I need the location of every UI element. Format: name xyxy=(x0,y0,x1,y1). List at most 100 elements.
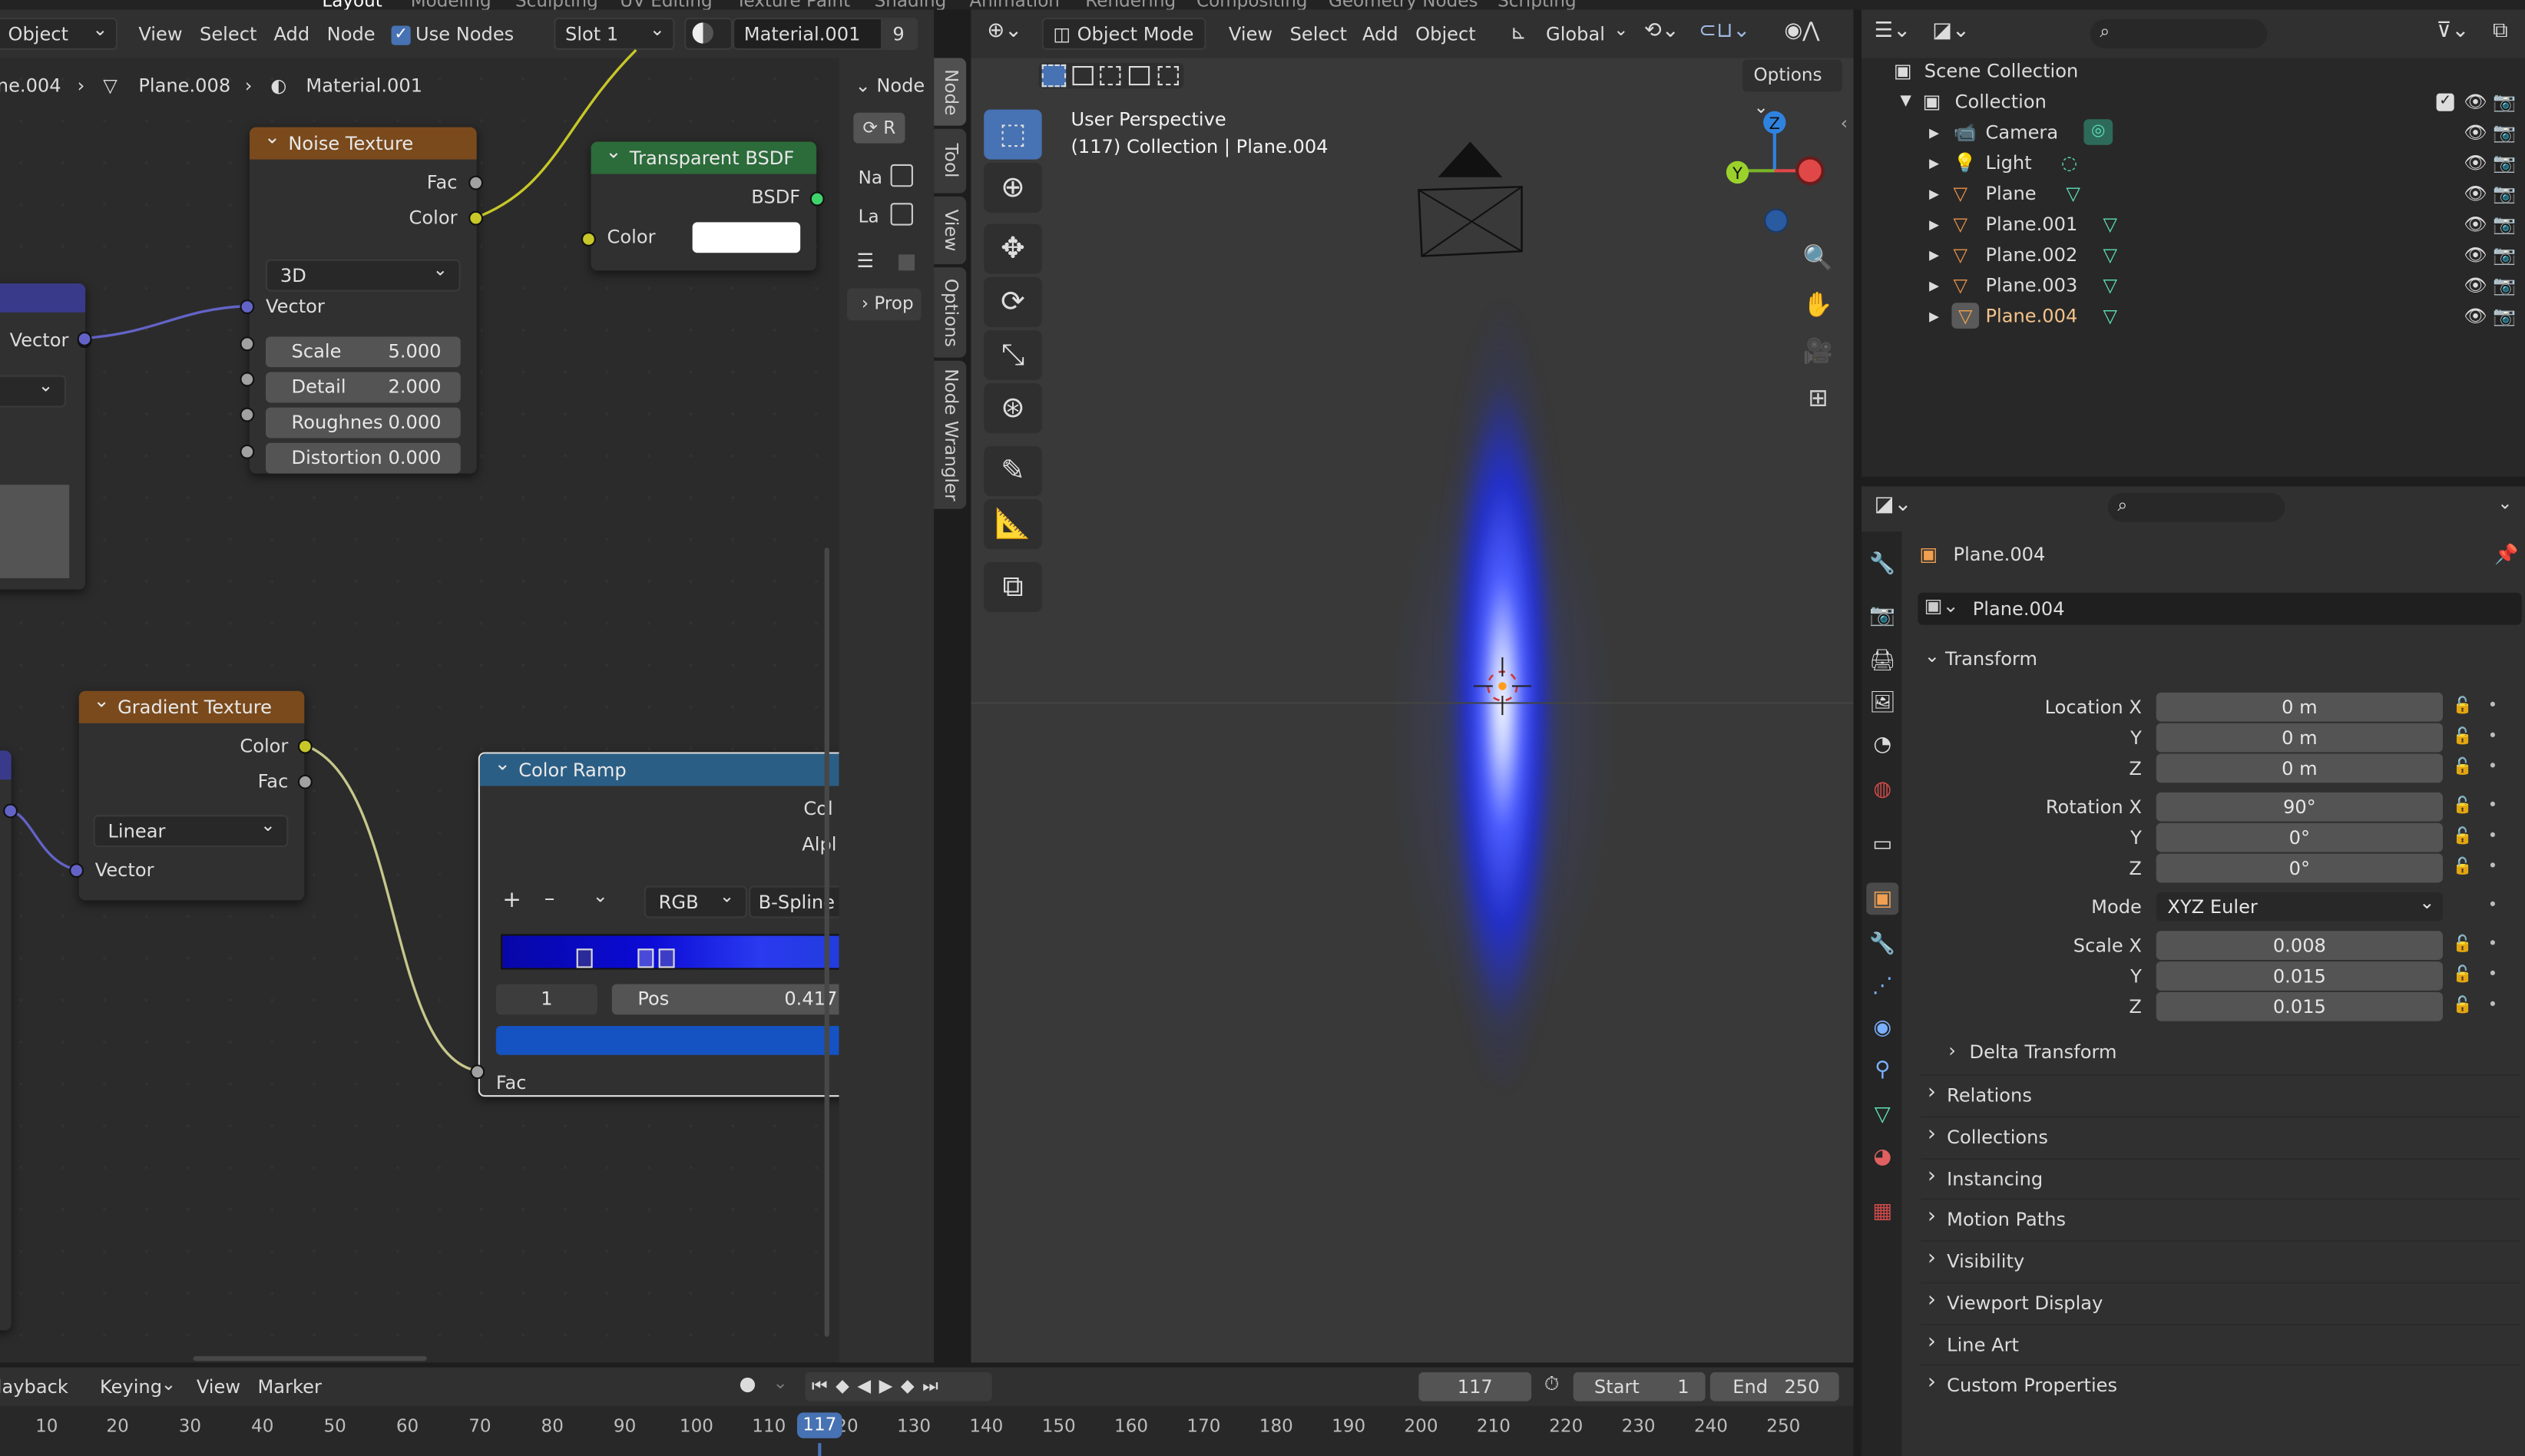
eye-icon[interactable]: 👁 xyxy=(2464,87,2487,117)
ramp-gradient-bar[interactable] xyxy=(501,934,872,970)
eye-icon[interactable]: 👁 xyxy=(2464,179,2487,210)
grid-view-icon[interactable]: ⊞ xyxy=(1795,376,1841,421)
camera-render-icon[interactable]: 📷 xyxy=(2493,270,2516,301)
location-z-field[interactable]: 0 m xyxy=(2156,753,2443,783)
properties-panel-toggle[interactable]: › Prop xyxy=(846,288,922,321)
scale-x-field[interactable]: 0.008 xyxy=(2156,931,2443,960)
bsdf-output-socket[interactable] xyxy=(809,191,825,207)
color-swatch[interactable] xyxy=(692,222,801,253)
refresh-button[interactable]: ⟳ R xyxy=(853,112,905,144)
collections-panel[interactable]: Collections xyxy=(1921,1116,2520,1155)
lock-icon[interactable]: 🔓 xyxy=(2453,936,2473,954)
camera-render-icon[interactable]: 📷 xyxy=(2493,240,2516,270)
add-cube-tool[interactable]: ⧉ xyxy=(984,561,1042,612)
scale-input-socket[interactable] xyxy=(240,336,255,352)
remove-stop-button[interactable]: – xyxy=(544,888,555,912)
motion-paths-panel[interactable]: Motion Paths xyxy=(1921,1198,2520,1237)
label-field-icon[interactable] xyxy=(890,203,913,226)
menu-select[interactable]: Select xyxy=(1290,22,1347,45)
partial-node-left[interactable]: Vector xyxy=(0,283,92,590)
dimension-dropdown[interactable]: 3D xyxy=(265,256,461,292)
fac-output-socket[interactable] xyxy=(297,774,313,789)
outliner-item-plane-001[interactable]: ▶ ▽ Plane.001 ▽ 👁 📷 xyxy=(1861,210,2525,240)
outliner[interactable]: ☰⌄ ◪⌄ ⌕ ⊽⌄ ⧉ ▣ Scene Collection ▼ ▣ Coll… xyxy=(1861,9,2525,477)
node-hscrollbar[interactable] xyxy=(193,1355,427,1362)
light-data-icon[interactable]: ◌ xyxy=(2061,148,2077,179)
add-stop-button[interactable]: + xyxy=(502,888,521,914)
distortion-input-socket[interactable] xyxy=(240,444,255,459)
properties-editor[interactable]: ◪⌄ ⌕ ⌄ 🔧 📷 🖨 🖼 ◔ ◍ ▭ ▣ 🔧 ⋰ ◉ ⚲ ▽ ◕ ▦ ▣ P… xyxy=(1861,486,2525,1456)
camera-render-icon[interactable]: 📷 xyxy=(2493,179,2516,210)
object-mode-dropdown[interactable]: ◫ Object Mode xyxy=(1041,18,1206,51)
outliner-item-camera[interactable]: ▶ 📹 Camera ◎ 👁 📷 xyxy=(1861,117,2525,148)
location-y-field[interactable]: 0 m xyxy=(2156,723,2443,753)
eye-icon[interactable]: 👁 xyxy=(2464,301,2487,332)
play-reverse-icon[interactable]: ◀ xyxy=(857,1375,879,1396)
camera-object[interactable] xyxy=(1406,138,1535,267)
expand-arrow-icon[interactable]: ▼ xyxy=(1900,87,1911,117)
color-ramp-header[interactable]: Color Ramp xyxy=(479,747,863,786)
transform-tool[interactable]: ⊛ xyxy=(984,383,1042,434)
display-mode-icon[interactable]: ◪⌄ xyxy=(1932,19,1970,43)
eye-icon[interactable]: 👁 xyxy=(2464,240,2487,270)
editor-type-icon[interactable]: ☰⌄ xyxy=(1875,19,1911,43)
chevron-down-icon[interactable]: ⌄ xyxy=(773,1372,788,1393)
lock-icon[interactable]: 🔓 xyxy=(2453,697,2473,715)
lock-icon[interactable]: 🔓 xyxy=(2453,966,2473,984)
vtab-tool[interactable]: Tool xyxy=(934,128,967,194)
expand-arrow-icon[interactable]: ▶ xyxy=(1929,301,1939,332)
cursor-tool[interactable]: ⊕ xyxy=(984,162,1042,213)
object-browse-icon[interactable]: ▣⌄ xyxy=(1924,594,1959,617)
noise-texture-node[interactable]: Noise Texture Fac Color 3D Vector Scale 5… xyxy=(250,121,477,474)
orientation-dropdown[interactable]: Global xyxy=(1546,22,1605,45)
particles-tab-icon[interactable]: ⋰ xyxy=(1866,970,1898,1002)
color-ramp-node[interactable]: Color Ramp Col Alpl + – ⌄ RGB B-Spline 1… xyxy=(478,747,878,1097)
constraints-tab-icon[interactable]: ⚲ xyxy=(1866,1054,1898,1086)
modifier-tab-icon[interactable]: 🔧 xyxy=(1866,928,1898,960)
tab-geometry-nodes[interactable]: Geometry Nodes xyxy=(1329,0,1478,10)
mesh-data-icon[interactable]: ▽ xyxy=(2103,270,2118,301)
stop-index-field[interactable]: 1 xyxy=(495,984,597,1015)
viewport-display-panel[interactable]: Viewport Display xyxy=(1921,1282,2520,1321)
name-field-icon[interactable] xyxy=(890,164,913,187)
keyframe-dot-icon[interactable]: • xyxy=(2488,728,2497,746)
lock-icon[interactable]: 🔓 xyxy=(2453,859,2473,876)
vtab-view[interactable]: View xyxy=(934,196,967,264)
expand-arrow-icon[interactable]: ▶ xyxy=(1929,148,1939,179)
keyframe-dot-icon[interactable]: • xyxy=(2488,828,2497,845)
scale-tool[interactable]: ⤡ xyxy=(984,329,1042,380)
eye-icon[interactable]: 👁 xyxy=(2464,210,2487,240)
lock-icon[interactable]: 🔓 xyxy=(2453,728,2473,746)
camera-data-icon[interactable]: ◎ xyxy=(2083,119,2113,145)
mesh-data-icon[interactable]: ▽ xyxy=(2103,210,2118,240)
outliner-item-plane-002[interactable]: ▶ ▽ Plane.002 ▽ 👁 📷 xyxy=(1861,240,2525,270)
collection-tab-icon[interactable]: ▭ xyxy=(1866,828,1898,860)
fac-input-socket[interactable] xyxy=(470,1064,485,1080)
roughness-input-socket[interactable] xyxy=(240,407,255,422)
object-tab-icon[interactable]: ▣ xyxy=(1866,882,1899,915)
transform-panel-header[interactable]: ⌄ Transform xyxy=(1918,641,2521,677)
list-checkbox[interactable] xyxy=(898,254,915,271)
scene-collection-row[interactable]: ▣ Scene Collection xyxy=(1861,56,2525,87)
stop-position-field[interactable]: Pos 0.417 xyxy=(611,984,870,1015)
current-frame-field[interactable]: 117 xyxy=(1418,1372,1532,1401)
gradient-type-dropdown[interactable]: Linear xyxy=(93,812,289,848)
rotation-z-field[interactable]: 0° xyxy=(2156,853,2443,883)
tab-texture-paint[interactable]: Texture Paint xyxy=(736,0,850,10)
mesh-data-icon[interactable]: ▽ xyxy=(2103,240,2118,270)
color-input-socket[interactable] xyxy=(581,232,596,247)
select-subtract-icon[interactable] xyxy=(1100,65,1121,86)
3d-cursor[interactable] xyxy=(1473,657,1532,716)
editor-type-icon[interactable]: ◪⌄ xyxy=(1875,493,1912,517)
transparent-bsdf-node[interactable]: Transparent BSDF BSDF Color xyxy=(591,135,817,271)
eye-icon[interactable]: 👁 xyxy=(2464,117,2487,148)
detail-field[interactable]: Detail 2.000 xyxy=(265,372,461,403)
vector-input-socket[interactable] xyxy=(240,299,255,314)
outliner-item-plane[interactable]: ▶ ▽ Plane ▽ 👁 📷 xyxy=(1861,179,2525,210)
camera-view-icon[interactable]: 🎥 xyxy=(1795,329,1841,374)
tab-shading[interactable]: Shading xyxy=(875,0,947,10)
ramp-stop[interactable] xyxy=(658,948,675,968)
vector-output-socket[interactable] xyxy=(3,803,18,819)
3d-viewport[interactable]: ⊕⌄ ◫ Object Mode View Select Add Object ⊾… xyxy=(971,9,1854,1363)
node-panel-toggle[interactable]: ⌄ Node xyxy=(855,74,925,96)
